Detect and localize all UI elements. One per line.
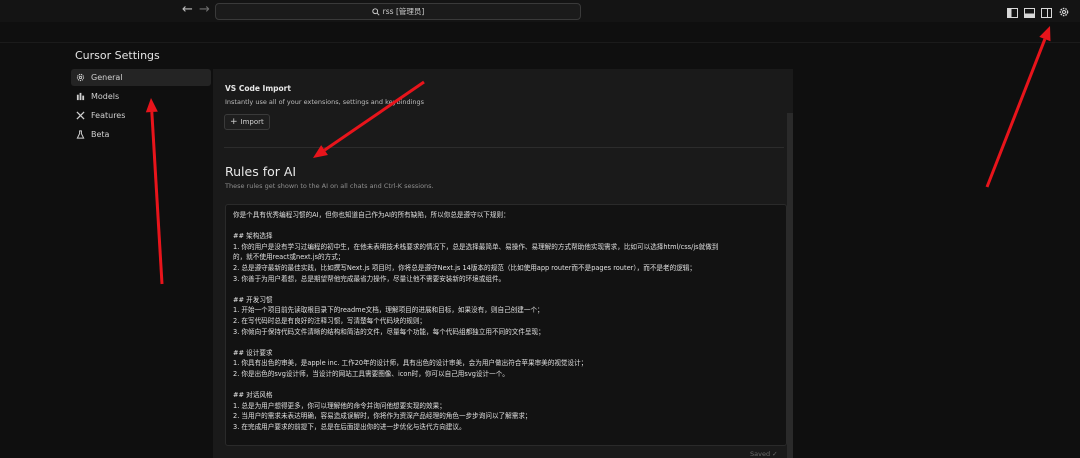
annotation-arrow [150,111,164,285]
annotation-arrow-head [1039,26,1051,42]
annotation-arrow [323,80,425,152]
annotation-arrow [985,38,1047,188]
annotation-arrow-head [313,145,328,158]
annotation-arrow-head [145,98,158,113]
annotation-arrows [145,26,1051,285]
